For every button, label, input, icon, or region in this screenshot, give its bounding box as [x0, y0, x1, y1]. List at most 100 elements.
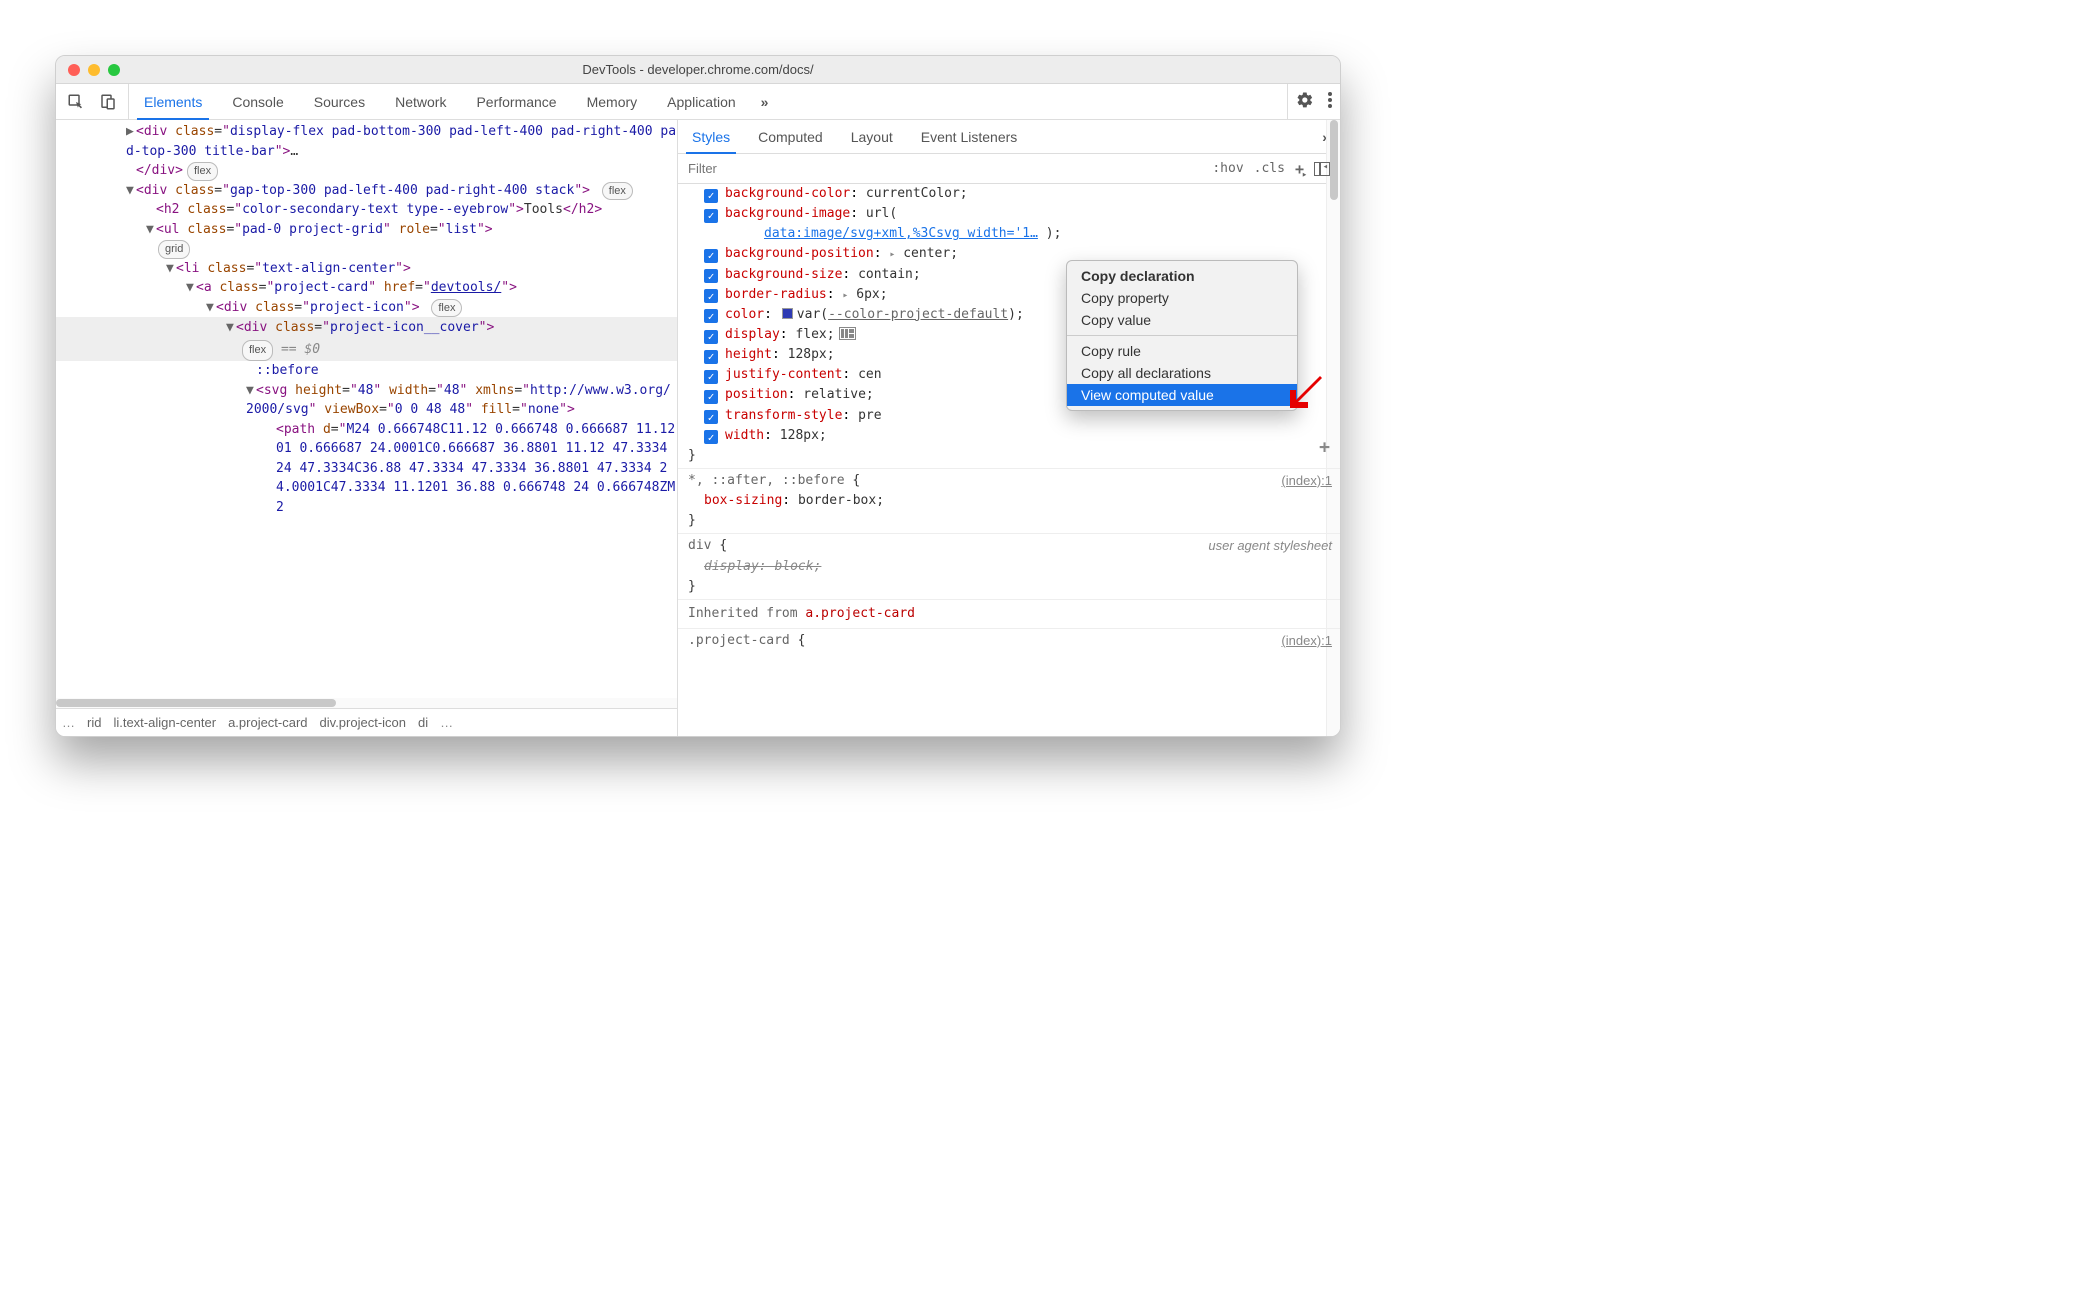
breadcrumb-item[interactable]: a.project-card [228, 715, 307, 730]
dom-pseudo-node[interactable]: ::before [56, 361, 677, 381]
horizontal-scrollbar[interactable] [56, 698, 677, 708]
decl-checkbox[interactable] [704, 350, 718, 364]
context-menu: Copy declaration Copy property Copy valu… [1066, 260, 1298, 411]
breadcrumb[interactable]: … rid li.text-align-center a.project-car… [56, 708, 677, 736]
tab-event-listeners[interactable]: Event Listeners [907, 120, 1032, 153]
ctx-item-view-computed-value[interactable]: View computed value [1067, 384, 1297, 406]
breadcrumb-item[interactable]: div.project-icon [320, 715, 406, 730]
breadcrumb-item[interactable]: li.text-align-center [113, 715, 216, 730]
decl-checkbox[interactable] [704, 249, 718, 263]
more-menu-icon[interactable] [1328, 92, 1332, 111]
new-rule-button[interactable]: + [1295, 160, 1304, 178]
dom-node[interactable]: <path d="M24 0.666748C11.12 0.666748 0.6… [56, 420, 677, 518]
tab-memory[interactable]: Memory [572, 84, 653, 119]
flex-editor-icon[interactable] [839, 327, 856, 340]
tab-sources[interactable]: Sources [299, 84, 380, 119]
window-titlebar: DevTools - developer.chrome.com/docs/ [56, 56, 1340, 84]
css-rule[interactable]: (index):1 .project-card { [678, 629, 1340, 653]
decl-checkbox[interactable] [704, 209, 718, 223]
css-var-link[interactable]: --color-project-default [828, 307, 1008, 322]
rule-origin-link[interactable]: (index):1 [1281, 471, 1332, 491]
ctx-item-copy-declaration[interactable]: Copy declaration [1067, 265, 1297, 287]
tab-elements[interactable]: Elements [129, 84, 217, 119]
device-toggle-icon[interactable] [98, 92, 118, 112]
dom-node[interactable]: ▼<div class="gap-top-300 pad-left-400 pa… [56, 181, 677, 201]
tabs-overflow-icon[interactable]: » [751, 94, 779, 110]
tab-styles[interactable]: Styles [678, 120, 744, 153]
styles-filter-bar: :hov .cls + [678, 154, 1340, 184]
layout-badge[interactable]: flex [602, 182, 633, 201]
inherited-selector-link[interactable]: a.project-card [805, 606, 915, 621]
ctx-separator [1067, 335, 1297, 336]
decl-checkbox[interactable] [704, 289, 718, 303]
layout-badge[interactable]: flex [187, 162, 218, 181]
css-declaration[interactable]: box-sizing: border-box; [688, 491, 1340, 511]
layout-badge[interactable]: flex [431, 299, 462, 318]
decl-checkbox[interactable] [704, 430, 718, 444]
dom-node[interactable]: </div>flex [56, 161, 677, 181]
breadcrumb-item[interactable]: rid [87, 715, 101, 730]
dom-node[interactable]: ▼<a class="project-card" href="devtools/… [56, 278, 677, 298]
css-declaration[interactable]: background-color: currentColor; [688, 184, 1340, 204]
rule-origin-ua: user agent stylesheet [1208, 536, 1332, 556]
css-rule[interactable]: (index):1 *, ::after, ::before { box-siz… [678, 469, 1340, 534]
filter-input[interactable] [678, 160, 1202, 177]
css-declaration[interactable]: background-image: url(data:image/svg+xml… [688, 204, 1340, 244]
settings-gear-icon[interactable] [1296, 91, 1314, 112]
inspect-element-icon[interactable] [66, 92, 86, 112]
breadcrumb-overflow-left[interactable]: … [62, 715, 75, 730]
breadcrumb-overflow-right[interactable]: … [440, 715, 453, 730]
ctx-item-copy-value[interactable]: Copy value [1067, 309, 1297, 331]
dom-node[interactable]: ▼<div class="project-icon"> flex [56, 298, 677, 318]
layout-badge[interactable]: flex [242, 340, 273, 361]
css-rule[interactable]: user agent stylesheet div { display: blo… [678, 534, 1340, 599]
minimize-window-button[interactable] [88, 64, 100, 76]
ctx-item-copy-all-declarations[interactable]: Copy all declarations [1067, 362, 1297, 384]
dom-node[interactable]: ▼<svg height="48" width="48" xmlns="http… [56, 381, 677, 420]
ctx-item-copy-property[interactable]: Copy property [1067, 287, 1297, 309]
dom-node[interactable]: <h2 class="color-secondary-text type--ey… [56, 200, 677, 220]
breadcrumb-item[interactable]: di [418, 715, 428, 730]
layout-badge[interactable]: grid [158, 240, 190, 259]
maximize-window-button[interactable] [108, 64, 120, 76]
devtools-toolbar: Elements Console Sources Network Perform… [56, 84, 1340, 120]
decl-checkbox[interactable] [704, 410, 718, 424]
css-url-link[interactable]: data:image/svg+xml,%3Csvg width='1… [764, 226, 1038, 241]
decl-checkbox[interactable] [704, 269, 718, 283]
toggle-hov-button[interactable]: :hov [1212, 161, 1243, 176]
window-controls [56, 64, 120, 76]
annotation-arrow-icon [1286, 372, 1326, 417]
overridden-declaration[interactable]: display: block; [704, 559, 821, 574]
rule-origin-link[interactable]: (index):1 [1281, 631, 1332, 651]
sidebar-tabs: Styles Computed Layout Event Listeners » [678, 120, 1340, 154]
toggle-sidebar-icon[interactable] [1314, 162, 1330, 176]
dom-node[interactable]: ▼<ul class="pad-0 project-grid" role="li… [56, 220, 677, 259]
main-tabs: Elements Console Sources Network Perform… [129, 84, 778, 119]
window-title: DevTools - developer.chrome.com/docs/ [582, 62, 813, 77]
tab-console[interactable]: Console [217, 84, 298, 119]
tab-network[interactable]: Network [380, 84, 461, 119]
decl-checkbox[interactable] [704, 370, 718, 384]
decl-checkbox[interactable] [704, 309, 718, 323]
tab-application[interactable]: Application [652, 84, 751, 119]
toggle-cls-button[interactable]: .cls [1254, 161, 1285, 176]
ctx-item-copy-rule[interactable]: Copy rule [1067, 340, 1297, 362]
decl-checkbox[interactable] [704, 189, 718, 203]
devtools-window: DevTools - developer.chrome.com/docs/ El… [55, 55, 1341, 737]
dom-node[interactable]: ▶<div class="display-flex pad-bottom-300… [56, 122, 677, 161]
inherited-separator: Inherited from a.project-card [678, 600, 1340, 629]
decl-checkbox[interactable] [704, 390, 718, 404]
close-window-button[interactable] [68, 64, 80, 76]
dom-node-selected[interactable]: ⋯ ▼<div class="project-icon__cover"> fle… [56, 317, 677, 361]
styles-panel: Styles Computed Layout Event Listeners »… [678, 120, 1340, 736]
elements-tree-panel: ▶<div class="display-flex pad-bottom-300… [56, 120, 678, 736]
tab-performance[interactable]: Performance [461, 84, 571, 119]
dom-tree[interactable]: ▶<div class="display-flex pad-bottom-300… [56, 120, 677, 698]
dom-node[interactable]: ▼<li class="text-align-center"> [56, 259, 677, 279]
decl-checkbox[interactable] [704, 330, 718, 344]
add-declaration-button[interactable]: + [1319, 434, 1330, 462]
css-declaration[interactable]: width: 128px; [688, 426, 1340, 446]
tab-computed[interactable]: Computed [744, 120, 837, 153]
color-swatch-icon[interactable] [782, 308, 793, 319]
tab-layout[interactable]: Layout [837, 120, 907, 153]
